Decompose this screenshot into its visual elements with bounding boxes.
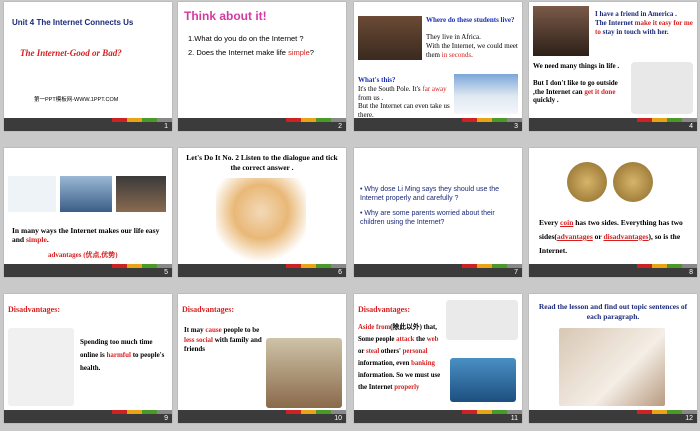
slide-number: 6 (338, 269, 342, 276)
slide-thumbnail-9[interactable]: Disadvantages: Spending too much time on… (4, 294, 172, 423)
slide-bar: 5 (4, 264, 172, 277)
coin-front-icon (567, 162, 607, 202)
slide-bar: 1 (4, 118, 172, 131)
slide-number: 3 (514, 123, 518, 130)
slide-number: 8 (689, 269, 693, 276)
slide-thumbnail-6[interactable]: Let's Do It No. 2 Listen to the dialogue… (178, 148, 346, 277)
slide-thumbnail-2[interactable]: Think about it! 1.What do you do on the … (178, 2, 346, 131)
question: Where do these students live? (426, 16, 515, 24)
slide-header: Disadvantages: (8, 305, 61, 314)
slide-title: Let's Do It No. 2 Listen to the dialogue… (186, 153, 338, 172)
slide-bar: 11 (354, 410, 522, 423)
slide-bar-stripes-icon (112, 118, 172, 122)
slide-number: 10 (334, 415, 342, 422)
slide-bar: 8 (529, 264, 697, 277)
slide-number: 12 (685, 415, 693, 422)
slide-number: 4 (689, 123, 693, 130)
slide-thumbnail-4[interactable]: I have a friend in America . The Interne… (529, 2, 697, 131)
slide-title: Unit 4 The Internet Connects Us (12, 18, 134, 27)
slide-bar: 2 (178, 118, 346, 131)
shopping-cartoon (631, 62, 693, 114)
slide-bar: 10 (178, 410, 346, 423)
slide-number: 9 (164, 415, 168, 422)
slide-number: 1 (164, 123, 168, 130)
bottom-line-1: We need many things in life . (533, 62, 620, 70)
slide-bar: 9 (4, 410, 172, 423)
reading-girl-photo (559, 328, 665, 406)
slide-bar: 3 (354, 118, 522, 131)
bullet-1: • Why dose Li Ming says they should use … (360, 186, 500, 202)
computer-user-cartoon (8, 328, 74, 406)
slide-header: Disadvantages: (358, 305, 411, 314)
south-pole-photo (454, 74, 518, 114)
slide-thumbnail-5[interactable]: In many ways the Internet makes our life… (4, 148, 172, 277)
slide-number: 7 (514, 269, 518, 276)
slide-number: 2 (338, 123, 342, 130)
friend-photo (533, 6, 589, 56)
computer-thief-cartoon (450, 358, 516, 402)
slide-number: 11 (510, 415, 518, 422)
advantages-label: advantages (优点,优势) (48, 251, 118, 259)
main-text: Every coin has two sides. Everything has… (539, 218, 683, 255)
statement-1: It's the South Pole. It's far away from … (358, 85, 447, 102)
main-text: Aside from(除此以外) that, Some people attac… (358, 324, 441, 391)
slide-header: Think about it! (184, 9, 267, 23)
boy-photo (116, 176, 166, 212)
bullet-2: • Why are some parents worried about the… (360, 210, 495, 226)
question-1: 1.What do you do on the Internet ? (188, 34, 304, 43)
slide-thumbnail-12[interactable]: Read the lesson and find out topic sente… (529, 294, 697, 423)
slide-thumbnail-8[interactable]: Every coin has two sides. Everything has… (529, 148, 697, 277)
slide-thumbnail-7[interactable]: • Why dose Li Ming says they should use … (354, 148, 522, 277)
answer-1: They live in Africa. (426, 33, 481, 41)
girl-headphones-cartoon (216, 178, 306, 262)
students-photo (358, 16, 422, 60)
slide-bar: 6 (178, 264, 346, 277)
slide-thumbnail-11[interactable]: Disadvantages: Aside from(除此以外) that, So… (354, 294, 522, 423)
bottom-line-2: But I don't like to go outside ,the Inte… (533, 79, 618, 104)
coin-back-icon (613, 162, 653, 202)
answer-2: With the Internet, we could meet them in… (426, 42, 518, 59)
slide-thumbnail-3[interactable]: Where do these students live? They live … (354, 2, 522, 131)
question-2: 2. Does the Internet make life simple? (188, 48, 314, 57)
slide-bar: 4 (529, 118, 697, 131)
main-text: Spending too much time online is harmful… (80, 338, 165, 372)
slide-number: 5 (164, 269, 168, 276)
slide-thumbnail-10[interactable]: Disadvantages: It may cause people to be… (178, 294, 346, 423)
slide-bar: 7 (354, 264, 522, 277)
question-2: What's this? (358, 76, 396, 84)
slide-header: Disadvantages: (182, 305, 235, 314)
slide-title: Read the lesson and find out topic sente… (538, 302, 688, 321)
main-text: In many ways the Internet makes our life… (12, 226, 160, 244)
statement-2: But the Internet can even take us there. (358, 102, 450, 119)
slide-thumbnail-1[interactable]: Unit 4 The Internet Connects Us The Inte… (4, 2, 172, 131)
family-dinner-cartoon (266, 338, 342, 408)
video-chat-photo (60, 176, 112, 212)
top-line-1: I have a friend in America . (595, 10, 677, 18)
computer-cartoon (8, 176, 56, 212)
slide-subtitle: The Internet-Good or Bad? (20, 48, 122, 58)
slide-footer: 第一PPT模板网-WWW.1PPT.COM (34, 97, 119, 103)
hacker-cartoon (446, 300, 518, 340)
main-text: It may cause people to be less social wi… (184, 326, 262, 353)
top-line-2: The Internet make it easy for me to stay… (595, 19, 693, 36)
slide-bar: 12 (529, 410, 697, 423)
